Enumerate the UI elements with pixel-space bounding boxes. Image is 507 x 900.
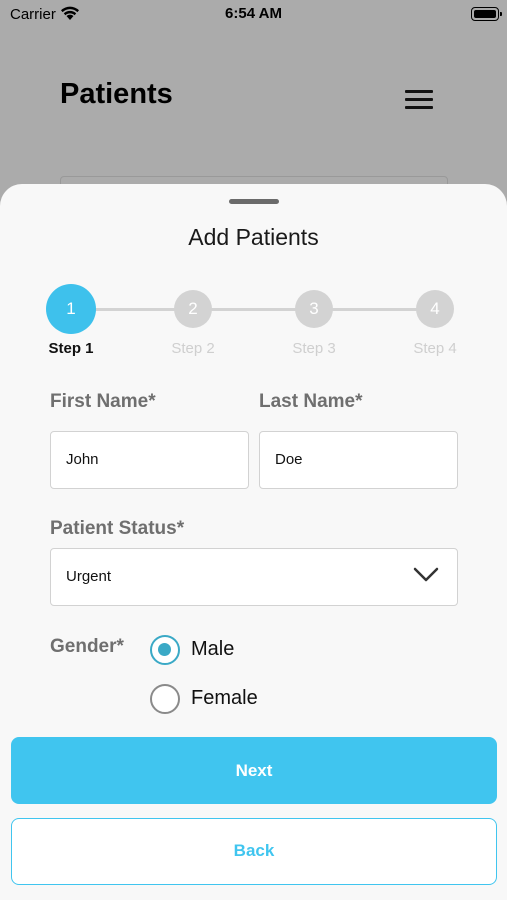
step-3-label: Step 3 — [292, 340, 336, 357]
chevron-down-icon — [413, 567, 439, 582]
radio-unselected-icon[interactable] — [150, 684, 180, 714]
page-title: Patients — [60, 78, 173, 110]
stepper-track — [71, 308, 436, 311]
first-name-value: John — [66, 451, 99, 468]
step-3-indicator[interactable]: 3 — [295, 290, 333, 328]
clock: 6:54 AM — [225, 5, 282, 22]
back-button[interactable]: Back — [11, 818, 497, 885]
gender-option-female[interactable]: Female — [150, 684, 350, 714]
step-1-indicator[interactable]: 1 — [46, 284, 96, 334]
first-name-field[interactable]: John — [50, 431, 249, 489]
last-name-field[interactable]: Doe — [259, 431, 458, 489]
gender-label: Gender* — [50, 636, 124, 657]
sheet-grabber[interactable] — [229, 199, 279, 204]
step-4-label: Step 4 — [413, 340, 457, 357]
gender-option-male[interactable]: Male — [150, 635, 350, 665]
step-4-indicator[interactable]: 4 — [416, 290, 454, 328]
step-2-indicator[interactable]: 2 — [174, 290, 212, 328]
patient-status-value: Urgent — [66, 568, 112, 585]
first-name-label: First Name* — [50, 391, 156, 412]
patient-status-select[interactable]: Urgent — [50, 548, 458, 606]
next-button[interactable]: Next — [11, 737, 497, 804]
sheet-title: Add Patients — [188, 224, 319, 250]
gender-option-label: Male — [191, 638, 235, 660]
step-1-label: Step 1 — [48, 340, 94, 357]
hamburger-menu-icon[interactable] — [405, 90, 433, 110]
radio-selected-icon[interactable] — [150, 635, 180, 665]
status-bar: Carrier 6:54 AM — [0, 0, 507, 28]
last-name-value: Doe — [275, 451, 303, 468]
last-name-label: Last Name* — [259, 391, 363, 412]
step-2-label: Step 2 — [171, 340, 215, 357]
gender-option-label: Female — [191, 687, 258, 709]
add-patient-sheet: Add Patients 1 2 3 4 Step 1 Step 2 Step … — [0, 184, 507, 900]
patient-status-label: Patient Status* — [50, 518, 185, 539]
battery-icon — [471, 7, 502, 21]
